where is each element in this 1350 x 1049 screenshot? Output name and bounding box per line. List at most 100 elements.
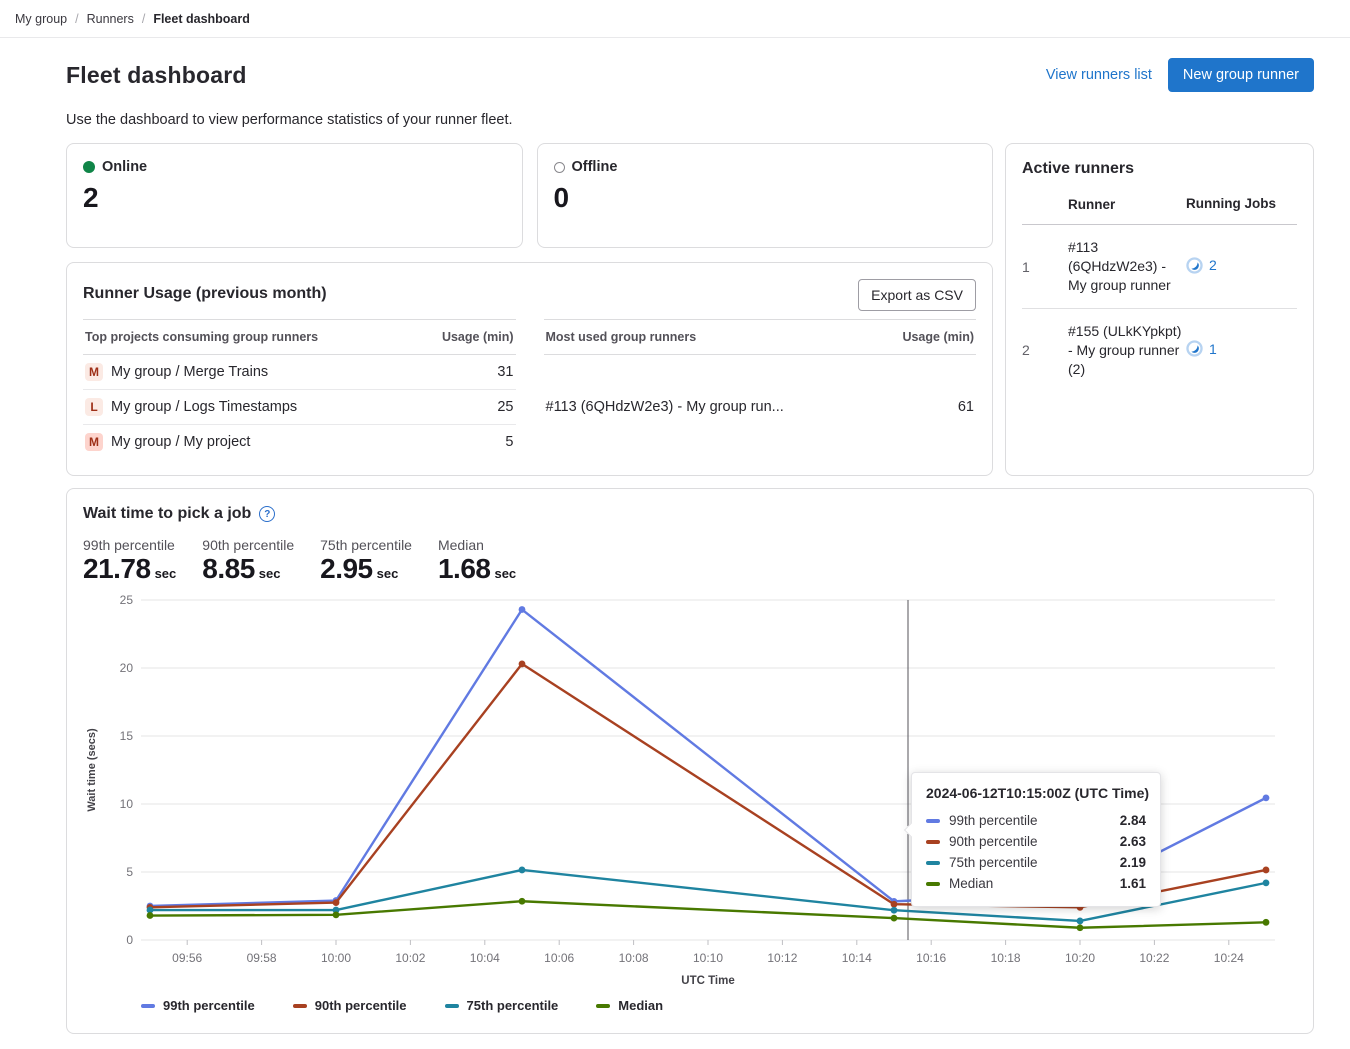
running-status-icon: [1186, 257, 1203, 274]
chart-tooltip: 2024-06-12T10:15:00Z (UTC Time) 99th per…: [911, 772, 1161, 907]
svg-text:0: 0: [126, 933, 133, 947]
svg-text:15: 15: [120, 729, 134, 743]
runner-usage-title: Runner Usage (previous month): [83, 279, 327, 303]
index-column-header: [1022, 188, 1068, 225]
new-group-runner-button[interactable]: New group runner: [1168, 58, 1314, 92]
usage-min-header: Usage (min): [873, 320, 976, 355]
svg-text:09:56: 09:56: [172, 951, 202, 965]
usage-min-header: Usage (min): [411, 320, 516, 355]
runner-link[interactable]: #155 (ULkKYpkpt) - My group runner (2): [1068, 308, 1186, 391]
stat-label: 99th percentile: [83, 537, 176, 553]
tooltip-series-value: 2.19: [1120, 855, 1146, 870]
legend-swatch-median: [596, 1004, 610, 1008]
svg-text:10:22: 10:22: [1139, 951, 1169, 965]
left-column: Online 2 Offline 0 Runner Usage (previou…: [66, 143, 993, 476]
svg-text:10:00: 10:00: [321, 951, 351, 965]
top-projects-table: Top projects consuming group runners Usa…: [83, 319, 516, 459]
svg-text:25: 25: [120, 593, 134, 607]
svg-text:10:10: 10:10: [693, 951, 723, 965]
project-avatar: L: [85, 398, 103, 416]
svg-text:10:02: 10:02: [395, 951, 425, 965]
series-swatch-99th: [926, 819, 940, 823]
breadcrumb-my-group[interactable]: My group: [15, 12, 67, 26]
stat-unit: sec: [377, 566, 399, 581]
svg-text:UTC Time: UTC Time: [681, 975, 734, 987]
running-jobs-link[interactable]: 1: [1186, 340, 1217, 357]
offline-status-icon: [554, 162, 565, 173]
breadcrumb-separator: /: [75, 12, 78, 26]
svg-text:10:06: 10:06: [544, 951, 574, 965]
svg-text:5: 5: [126, 865, 133, 879]
percentile-stats: 99th percentile 21.78 sec 90th percentile…: [83, 537, 1297, 585]
page-title: Fleet dashboard: [66, 62, 247, 89]
most-used-runners-table: Most used group runners Usage (min) #113…: [544, 319, 977, 459]
table-row: M My group / Merge Trains 31: [83, 355, 516, 390]
stat-value: 21.78: [83, 553, 151, 584]
svg-text:10:08: 10:08: [619, 951, 649, 965]
online-label: Online: [102, 159, 147, 175]
wait-time-card: Wait time to pick a job ? 99th percentil…: [66, 488, 1314, 1034]
running-status-icon: [1186, 340, 1203, 357]
stat-99th-percentile: 99th percentile 21.78 sec: [83, 537, 176, 585]
tooltip-series-name: Median: [949, 876, 993, 891]
table-row: 2 #155 (ULkKYpkpt) - My group runner (2)…: [1022, 308, 1297, 391]
tooltip-series-value: 1.61: [1120, 876, 1146, 891]
stat-90th-percentile: 90th percentile 8.85sec: [202, 537, 294, 585]
table-row: L My group / Logs Timestamps 25: [83, 390, 516, 425]
table-row: 1 #113 (6QHdzW2e3) - My group runner 2: [1022, 225, 1297, 309]
online-runners-card: Online 2: [66, 143, 523, 248]
svg-text:Wait time (secs): Wait time (secs): [86, 728, 98, 812]
legend-label: 75th percentile: [467, 998, 559, 1013]
legend-item-75th[interactable]: 75th percentile: [445, 998, 559, 1013]
legend-item-median[interactable]: Median: [596, 998, 663, 1013]
legend-item-90th[interactable]: 90th percentile: [293, 998, 407, 1013]
stat-value: 1.68: [438, 553, 491, 584]
wait-time-title: Wait time to pick a job: [83, 505, 251, 523]
running-jobs-link[interactable]: 2: [1186, 257, 1217, 274]
tooltip-series-name: 99th percentile: [949, 813, 1038, 828]
breadcrumb-separator: /: [142, 12, 145, 26]
stat-value: 8.85: [202, 553, 255, 584]
breadcrumb-current: Fleet dashboard: [153, 12, 250, 26]
tooltip-row: 99th percentile 2.84: [926, 810, 1146, 831]
stat-label: 75th percentile: [320, 537, 412, 553]
tooltip-title: 2024-06-12T10:15:00Z (UTC Time): [926, 785, 1146, 801]
active-runners-card: Active runners Runner Running Jobs 1 #11…: [1005, 143, 1314, 476]
legend-item-99th[interactable]: 99th percentile: [141, 998, 255, 1013]
offline-count: 0: [554, 182, 977, 214]
stat-median: Median 1.68sec: [438, 537, 516, 585]
online-status-icon: [83, 161, 95, 173]
tooltip-series-value: 2.63: [1120, 834, 1146, 849]
running-jobs-count: 1: [1209, 341, 1217, 357]
runner-link[interactable]: #113 (6QHdzW2e3) - My group runner: [1068, 225, 1186, 309]
tooltip-row: Median 1.61: [926, 873, 1146, 894]
offline-runners-card: Offline 0: [537, 143, 994, 248]
stat-75th-percentile: 75th percentile 2.95 sec: [320, 537, 412, 585]
breadcrumb-runners[interactable]: Runners: [87, 12, 134, 26]
series-swatch-median: [926, 882, 940, 886]
legend-label: Median: [618, 998, 663, 1013]
main-content: Fleet dashboard View runners list New gr…: [0, 38, 1350, 1034]
legend-swatch-75th: [445, 1004, 459, 1008]
chart-legend: 99th percentile 90th percentile 75th per…: [141, 998, 1297, 1013]
project-usage: 5: [411, 425, 516, 460]
breadcrumb: My group / Runners / Fleet dashboard: [0, 0, 1350, 38]
runner-usage: 61: [873, 355, 976, 460]
export-csv-button[interactable]: Export as CSV: [858, 279, 976, 311]
runner-usage-card: Runner Usage (previous month) Export as …: [66, 262, 993, 476]
wait-time-chart[interactable]: 051015202509:5609:5810:0010:0210:0410:06…: [83, 591, 1299, 996]
tooltip-series-name: 90th percentile: [949, 834, 1038, 849]
runner-column-header: Runner: [1068, 188, 1186, 225]
legend-swatch-90th: [293, 1004, 307, 1008]
svg-text:10:16: 10:16: [916, 951, 946, 965]
stat-unit: sec: [155, 566, 177, 581]
svg-text:10:12: 10:12: [767, 951, 797, 965]
help-icon[interactable]: ?: [259, 506, 275, 522]
tooltip-row: 90th percentile 2.63: [926, 831, 1146, 852]
running-jobs-count: 2: [1209, 257, 1217, 273]
svg-text:10:14: 10:14: [842, 951, 872, 965]
svg-text:10:04: 10:04: [470, 951, 500, 965]
page-description: Use the dashboard to view performance st…: [66, 112, 1314, 128]
stat-value: 2.95: [320, 553, 373, 584]
view-runners-list-link[interactable]: View runners list: [1046, 67, 1152, 83]
